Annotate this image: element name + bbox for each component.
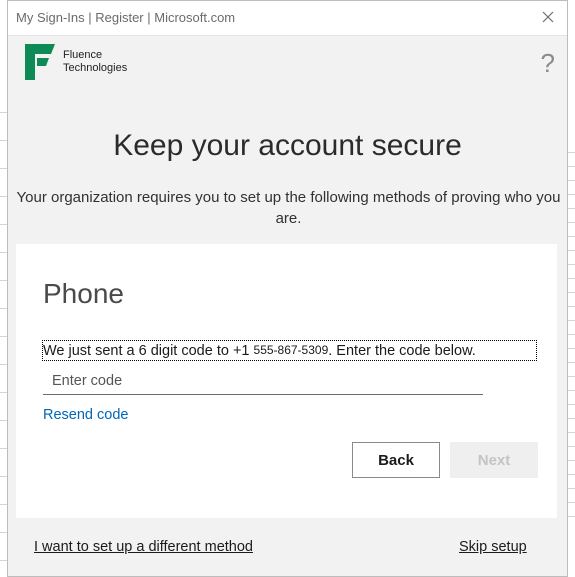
sign-in-dialog: My Sign-Ins | Register | Microsoft.com F…: [7, 0, 568, 577]
window-title: My Sign-Ins | Register | Microsoft.com: [16, 10, 236, 25]
page-title: Keep your account secure: [113, 129, 462, 162]
back-button[interactable]: Back: [352, 442, 440, 478]
window-titlebar: My Sign-Ins | Register | Microsoft.com: [8, 1, 567, 36]
brand-header: Fluence Technologies ?: [8, 36, 567, 92]
close-icon[interactable]: [537, 6, 559, 28]
fluence-logo-icon: [25, 44, 55, 80]
brand-name-line2: Technologies: [63, 62, 128, 74]
company-logo: Fluence Technologies: [25, 44, 127, 80]
different-method-link[interactable]: I want to set up a different method: [34, 539, 253, 555]
message-suffix: . Enter the code below.: [328, 343, 476, 359]
skip-setup-link[interactable]: Skip setup: [459, 539, 527, 555]
background-app-left: [0, 0, 7, 577]
help-icon[interactable]: ?: [541, 50, 555, 76]
page-subtitle: Your organization requires you to set up…: [16, 189, 561, 227]
next-button[interactable]: Next: [450, 442, 538, 478]
code-input[interactable]: [43, 367, 483, 395]
message-prefix: We just sent a 6 digit code to +1: [43, 343, 254, 359]
resend-code-link[interactable]: Resend code: [43, 407, 128, 423]
phone-number: 555-867-5309: [253, 343, 329, 357]
card-title: Phone: [43, 278, 124, 309]
phone-verification-card: Phone We just sent a 6 digit code to +1 …: [16, 244, 557, 518]
brand-name-line1: Fluence: [63, 49, 103, 61]
code-sent-message: We just sent a 6 digit code to +1 555-86…: [42, 340, 537, 361]
background-app-right: [568, 0, 575, 577]
